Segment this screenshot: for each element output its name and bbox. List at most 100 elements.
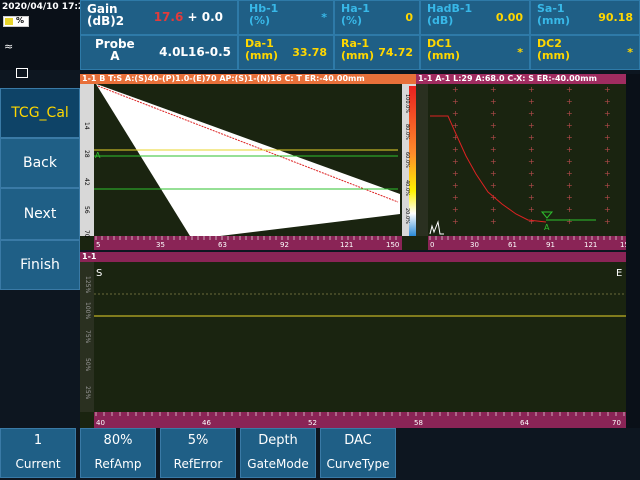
dc2-cell[interactable]: DC2 (mm) * [530, 35, 640, 70]
ascan-grid-dot: + [490, 181, 497, 190]
sscan-xtick: 35 [156, 241, 165, 249]
ascan-grid-dot: + [452, 85, 459, 94]
cscan-xtick: 70 [612, 419, 621, 427]
hadb1-cell[interactable]: HadB-1 (dB) 0.00 [420, 0, 530, 35]
ascan-view[interactable]: + + + + + + + + + + + + + + + + + + + + + + + + + + + + + + + + + + + + + + + +… [416, 84, 640, 250]
ascan-grid-dot: + [604, 133, 611, 142]
ascan-grid-dot: + [566, 157, 573, 166]
referror-button[interactable]: 5% RefError [160, 428, 236, 478]
probe-cell[interactable]: Probe A 4.0L16-0.5 [80, 35, 238, 70]
ascan-grid-dot: + [452, 145, 459, 154]
cscan-header: 1-1 [80, 252, 626, 262]
ascan-grid-dot: + [490, 145, 497, 154]
sscan-header: 1-1 B T:S A:(S)40-(P)1.0-(E)70 AP:(S)1-(… [80, 74, 416, 84]
ascan-grid-dot: + [528, 181, 535, 190]
sscan-x-ruler [94, 236, 402, 250]
cscan-end-label: E [616, 268, 622, 279]
cscan-ytick: 25% [84, 386, 91, 400]
current-button[interactable]: 1 Current [0, 428, 76, 478]
sscan-gate-label: A [95, 151, 101, 160]
sscan-xtick: 121 [340, 241, 353, 249]
ascan-grid-dot: + [566, 145, 573, 154]
ascan-grid-dot: + [566, 217, 573, 226]
menu-tcg-cal[interactable]: TCG_Cal [0, 88, 80, 138]
ascan-grid-dot: + [528, 109, 535, 118]
gatemode-button[interactable]: Depth GateMode [240, 428, 316, 478]
ra1-cell[interactable]: Ra-1 (mm) 74.72 [334, 35, 420, 70]
sscan-ytick: 14 [83, 122, 90, 130]
ascan-grid-dot: + [566, 193, 573, 202]
refamp-button[interactable]: 80% RefAmp [80, 428, 156, 478]
cscan-ytick: 125% [84, 276, 91, 293]
ascan-grid-dot: + [604, 169, 611, 178]
ascan-grid-dot: + [490, 97, 497, 106]
ha1-cell[interactable]: Ha-1 (%) 0 [334, 0, 420, 35]
ascan-grid-dot: + [490, 109, 497, 118]
ascan-grid-dot: + [566, 97, 573, 106]
scale-label: 60.0% [404, 152, 410, 168]
hb1-cell[interactable]: Hb-1 (%) * [238, 0, 334, 35]
ascan-grid-dot: + [566, 181, 573, 190]
ascan-grid-dot: + [528, 157, 535, 166]
cscan-view[interactable]: 125% 100% 75% 50% 25% S E 40 46 52 58 64… [80, 262, 626, 428]
ascan-grid-dot: + [566, 121, 573, 130]
ascan-grid-dot: + [452, 217, 459, 226]
dc1-cell[interactable]: DC1 (mm) * [420, 35, 530, 70]
ut-instrument-screen: 2020/04/10 17:22 % ≈ Gain (dB)2 17.6 + 0… [0, 0, 640, 480]
ascan-grid-dot: + [604, 205, 611, 214]
sscan-xtick: 5 [96, 241, 100, 249]
ascan-xtick: 61 [508, 241, 517, 249]
cscan-xtick: 52 [308, 419, 317, 427]
ascan-grid-dot: + [528, 121, 535, 130]
ascan-grid-dot: + [604, 121, 611, 130]
cscan-ytick: 50% [84, 358, 91, 372]
ascan-grid-dot: + [528, 217, 535, 226]
scale-label: 20.0% [404, 208, 410, 224]
ascan-grid-dot: + [452, 121, 459, 130]
ascan-grid-dot: + [452, 109, 459, 118]
curvetype-button[interactable]: DAC CurveType [320, 428, 396, 478]
ascan-grid-dot: + [490, 85, 497, 94]
ascan-grid-dot: + [604, 217, 611, 226]
ascan-grid-dot: + [566, 109, 573, 118]
ascan-grid-dot: + [490, 169, 497, 178]
gain-ref-value: 17.6 [153, 10, 184, 24]
sscan-ytick: 28 [83, 150, 90, 158]
ascan-grid-dot: + [490, 121, 497, 130]
ascan-grid-dot: + [604, 181, 611, 190]
status-panel: 2020/04/10 17:22 % ≈ [0, 0, 90, 70]
scale-label: 100.0% [404, 94, 410, 113]
cscan-xtick: 58 [414, 419, 423, 427]
sa1-cell[interactable]: Sa-1 (mm) 90.18 [530, 0, 640, 35]
battery-icon: % [3, 16, 29, 27]
ascan-grid-dot: + [528, 169, 535, 178]
ascan-grid-dot: + [528, 97, 535, 106]
menu-next[interactable]: Next [0, 188, 80, 240]
ascan-grid-dot: + [490, 205, 497, 214]
ascan-header: 1-1 A-1 L:29 A:68.0 C-X: S ER:-40.00mm [416, 74, 626, 84]
sscan-view[interactable]: 14 28 42 56 70 A 100.0% 80.0% 60.0% 40.0… [80, 84, 416, 250]
ascan-grid-dot: + [452, 193, 459, 202]
ascan-grid-dot: + [528, 145, 535, 154]
ascan-grid-dot: + [604, 97, 611, 106]
menu-back[interactable]: Back [0, 138, 80, 188]
cscan-start-label: S [96, 268, 102, 279]
ascan-grid-dot: + [528, 85, 535, 94]
cscan-ytick: 100% [84, 302, 91, 319]
menu-finish[interactable]: Finish [0, 240, 80, 290]
cscan-xtick: 40 [96, 419, 105, 427]
ascan-grid-dot: + [566, 169, 573, 178]
ascan-grid-dot: + [528, 193, 535, 202]
ascan-grid-dot: + [490, 217, 497, 226]
da1-cell[interactable]: Da-1 (mm) 33.78 [238, 35, 334, 70]
sscan-xtick: 63 [218, 241, 227, 249]
sscan-xtick: 150 [386, 241, 399, 249]
gain-value: + 0.0 [187, 10, 224, 24]
ascan-grid-dot: + [566, 85, 573, 94]
ascan-xtick: 0 [430, 241, 434, 249]
datetime: 2020/04/10 17:22 [2, 2, 91, 12]
gain-cell[interactable]: Gain (dB)2 17.6 + 0.0 [80, 0, 238, 35]
ascan-grid-dot: + [490, 133, 497, 142]
right-edge-strip [626, 74, 640, 428]
sscan-ytick: 42 [83, 178, 90, 186]
